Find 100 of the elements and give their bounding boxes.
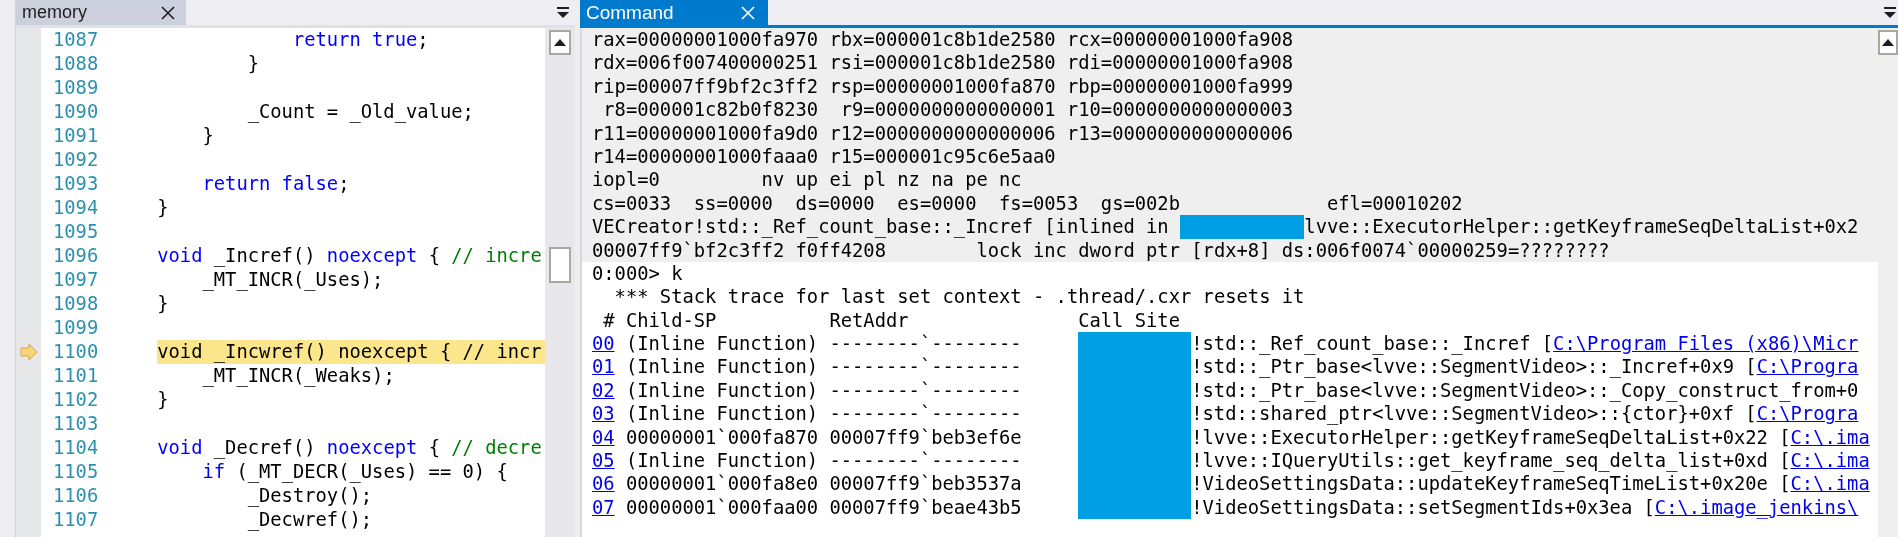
table-cell: !std::_Ptr_base<lvve::SegmentVideo>::_Copy_construct_from+0 (1191, 378, 1859, 403)
table-cell: !lvve::IQueryUtils::get_keyframe_seq_delta_list+0xd [ (1191, 449, 1791, 473)
table-cell-text: 00000001`000faa00 (625, 495, 820, 520)
code-line: } (156, 388, 170, 412)
source-link[interactable]: C:\.ima (1790, 449, 1870, 473)
code-line: void _Incref() noexcept { // incre (156, 244, 543, 268)
line-number: 1107 (52, 508, 100, 532)
source-link[interactable]: C:\Progra (1756, 402, 1859, 426)
document-tab[interactable]: memory (16, 0, 186, 25)
column-header: Call Site (1078, 308, 1180, 333)
code-line: _MT_INCR(_Uses); (201, 268, 385, 292)
source-link[interactable]: C:\.image_jenkins\ (1654, 495, 1859, 520)
frame-link[interactable]: 04 (592, 425, 615, 450)
table-cell-text: --------`-------- (829, 402, 1023, 426)
output-line: *** Stack trace for last set context - .thread/.cxr resets it (613, 285, 1305, 309)
line-number: 1094 (52, 196, 100, 220)
frame-link[interactable]: 03 (592, 402, 615, 426)
frame-link[interactable]: 07 (592, 495, 615, 520)
table-cell: !VideoSettingsData::updateKeyframeSeqTimeList+0x20e [ (1191, 472, 1791, 496)
code-line: } (156, 292, 170, 316)
output-line: r11=00000001000fa9d0 r12=0000000000000006 r13=0000000000000006 (592, 121, 1294, 145)
table-cell: !std::_Ref_count_base::_Incref [ (1191, 332, 1554, 356)
code-line: void _Decref() noexcept { // decre (156, 436, 543, 460)
table-cell-text: (Inline Function) (625, 355, 820, 379)
frame-link[interactable]: 00 (592, 332, 615, 356)
dropdown-icon[interactable] (1884, 7, 1896, 18)
scrollbar[interactable] (1878, 28, 1898, 537)
table-cell-text: --------`-------- (829, 449, 1023, 473)
output-line: rip=00007ff9bf2c3ff2 rsp=00000001000fa870 rbp=00000001000fa999 (592, 74, 1294, 99)
document-tab[interactable]: Command (580, 0, 768, 25)
output-line: rax=00000001000fa970 rbx=000001c8b1de2580 rcx=00000001000fa908 (592, 28, 1294, 52)
code-line: return false; (201, 172, 351, 196)
line-number: 1105 (52, 460, 100, 484)
source-link[interactable]: C:\.ima (1790, 472, 1870, 496)
scrollbar-thumb[interactable] (549, 247, 571, 283)
table-cell: !VideoSettingsData::setSegmentIds+0x3ea [ (1191, 495, 1655, 520)
line-number: 1087 (52, 28, 100, 52)
output-line: r8=000001c82b0f8230 r9=0000000000000001 r10=0000000000000003 (602, 98, 1294, 122)
line-number: 1101 (52, 364, 100, 388)
code-line: return true; (291, 28, 430, 52)
scrollbar[interactable] (545, 28, 575, 537)
close-icon[interactable] (160, 4, 176, 21)
line-number: 1103 (52, 412, 100, 436)
line-number: 1091 (52, 124, 100, 148)
table-cell-text: (Inline Function) (625, 332, 820, 356)
output-line: 00007ff9`bf2c3ff2 f0ff4208 lock inc dword ptr [rdx+8] ds:006f0074`00000259=???????? (592, 238, 1610, 262)
table-cell-text: 00007ff9`beb3537a (829, 472, 1023, 496)
frame-link[interactable]: 05 (592, 449, 615, 473)
line-number: 1089 (52, 76, 100, 100)
line-number: 1092 (52, 148, 100, 172)
code-line: } (246, 52, 260, 76)
table-cell-text: --------`-------- (829, 355, 1023, 379)
code-line: _MT_INCR(_Weaks); (201, 364, 396, 388)
line-number: 1097 (52, 268, 100, 292)
up-arrow-icon (1882, 39, 1894, 46)
code-line: _Count = _Old_value; (246, 100, 475, 124)
line-number: 1095 (52, 220, 100, 244)
table-cell-text: 00007ff9`beb3ef6e (829, 425, 1023, 450)
line-number: 1102 (52, 388, 100, 412)
source-link[interactable]: C:\Program Files (x86)\Micr (1553, 332, 1859, 356)
scroll-up-button[interactable] (549, 30, 571, 55)
column-header: RetAddr (829, 308, 910, 333)
line-number: 1099 (52, 316, 100, 340)
source-link[interactable]: C:\Progra (1756, 355, 1859, 379)
table-cell-text: (Inline Function) (625, 378, 820, 403)
table-cell-text: (Inline Function) (625, 449, 820, 473)
line-number: 1106 (52, 484, 100, 508)
table-cell-text: --------`-------- (829, 378, 1023, 403)
code-line: } (201, 124, 215, 148)
line-number: 1090 (52, 100, 100, 124)
table-cell-text: --------`-------- (829, 332, 1023, 356)
line-number: 1096 (52, 244, 100, 268)
up-arrow-icon (554, 39, 566, 46)
output-line: rdx=006f007400000251 rsi=000001c8b1de2580 rdi=00000001000fa908 (592, 51, 1294, 75)
source-link[interactable]: C:\.ima (1790, 425, 1870, 450)
output-line: r14=00000001000faaa0 r15=000001c95c6e5aa0 (592, 144, 1056, 169)
frame-link[interactable]: 06 (592, 472, 615, 496)
line-number: 1098 (52, 292, 100, 316)
scroll-up-button[interactable] (1878, 30, 1898, 55)
table-cell-text: 00000001`000fa8e0 (625, 472, 820, 496)
line-number: 1088 (52, 52, 100, 76)
table-cell-text: 00000001`000fa870 (625, 425, 820, 450)
column-header: Child-SP (625, 308, 718, 333)
frame-link[interactable]: 01 (592, 355, 615, 379)
line-number: 1093 (52, 172, 100, 196)
column-header: # (602, 308, 616, 333)
table-cell-text: (Inline Function) (625, 402, 820, 426)
command-prompt: 0:000> k (592, 261, 683, 286)
code-line: _Destroy(); (246, 484, 374, 508)
table-cell: !lvve::ExecutorHelper::getKeyframeSeqDeltaList+0x22 [ (1191, 425, 1791, 450)
dropdown-icon[interactable] (557, 7, 569, 18)
table-cell: !std::shared_ptr<lvve::SegmentVideo>::{ctor}+0xf [ (1191, 402, 1757, 426)
table-cell-text: 00007ff9`beae43b5 (829, 495, 1023, 520)
output-line: lvve::ExecutorHelper::getKeyframeSeqDeltaList+0x2 (1304, 215, 1859, 239)
line-number: 1100 (52, 340, 100, 364)
output-line: cs=0033 ss=0000 ds=0000 es=0000 fs=0053 gs=002b efl=00010202 (592, 191, 1463, 216)
table-cell: !std::_Ptr_base<lvve::SegmentVideo>::_Incref+0x9 [ (1191, 355, 1757, 379)
frame-link[interactable]: 02 (592, 378, 615, 403)
line-number: 1104 (52, 436, 100, 460)
code-line: if (_MT_DECR(_Uses) == 0) { (201, 460, 509, 484)
